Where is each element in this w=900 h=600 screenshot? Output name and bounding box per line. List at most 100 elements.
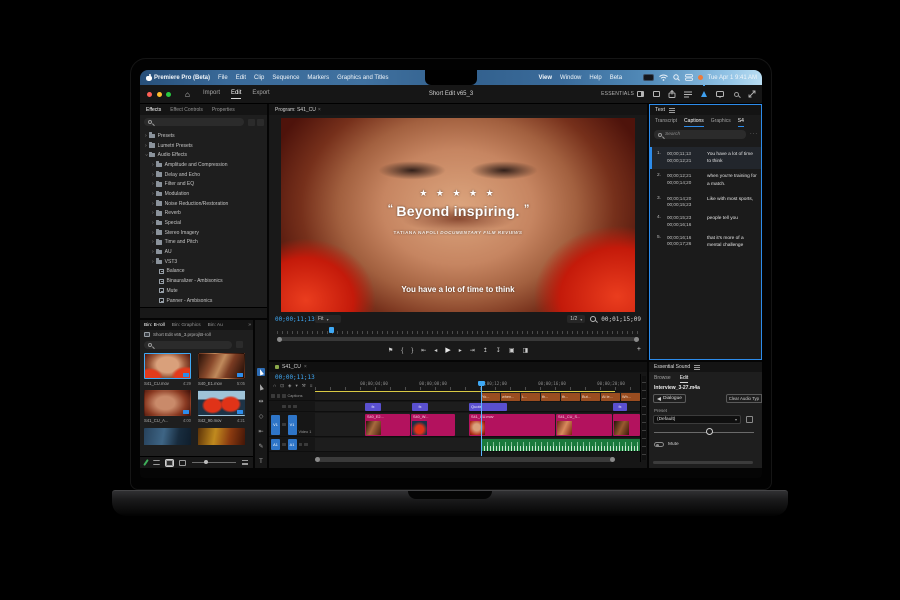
graphic-clip[interactable]: Quote: [469, 403, 507, 411]
clip-card[interactable]: S40_E1.mov5:05: [198, 353, 245, 387]
effects-tree-row[interactable]: Mute: [140, 286, 267, 296]
menu-item[interactable]: Help: [589, 75, 601, 81]
captions-search-input[interactable]: Search: [654, 130, 746, 139]
timeline-current-timecode[interactable]: 00;00;11;13: [275, 374, 315, 381]
bin-tab[interactable]: Bin: Au: [208, 323, 223, 328]
track-output-icon[interactable]: [288, 405, 292, 409]
comparison-view-icon[interactable]: ◨: [522, 345, 528, 357]
menu-item[interactable]: Edit: [236, 75, 246, 81]
video-track-v1[interactable]: S40_E2...S40_W...S41_CU.movS41_CU_S...: [315, 413, 641, 437]
caption-clip[interactable]: At le...: [601, 393, 620, 401]
add-marker-icon[interactable]: ⚑: [388, 345, 393, 357]
chevron-right-icon[interactable]: ›: [152, 259, 154, 265]
chevron-right-icon[interactable]: ›: [143, 154, 149, 156]
track-target-a1[interactable]: A1: [288, 439, 297, 450]
slider-knob[interactable]: [204, 460, 208, 464]
record-indicator-icon[interactable]: [698, 75, 703, 80]
graphic-clip[interactable]: fx: [412, 403, 428, 411]
panel-menu-icon[interactable]: [694, 365, 700, 370]
close-icon[interactable]: ×: [304, 364, 307, 370]
screen-mirroring-icon[interactable]: [643, 74, 654, 81]
close-icon[interactable]: ×: [318, 107, 321, 113]
play-icon[interactable]: ▶: [445, 345, 450, 357]
clip-thumbnail[interactable]: [198, 353, 245, 379]
more-options-icon[interactable]: ···: [750, 131, 758, 137]
scrollbar-knob[interactable]: [277, 337, 282, 342]
export-frame-icon[interactable]: ▣: [509, 345, 515, 357]
panel-scrollbar[interactable]: [653, 461, 753, 464]
mute-control[interactable]: Mute: [654, 442, 679, 447]
caption-clip[interactable]: th...: [561, 393, 580, 401]
effects-tree-row[interactable]: › Special: [140, 218, 267, 228]
go-to-out-icon[interactable]: ⇥: [470, 345, 475, 357]
video-clip[interactable]: S40_W...: [411, 414, 455, 436]
program-video-frame[interactable]: ★ ★ ★ ★ ★ “ Beyond inspiring. ” TATIANA …: [281, 118, 635, 312]
menu-item[interactable]: Sequence: [272, 75, 299, 81]
panel-menu-icon[interactable]: [669, 108, 675, 113]
clip-thumbnail[interactable]: [144, 390, 191, 416]
clip-thumbnail[interactable]: [144, 428, 191, 445]
spotlight-search-icon[interactable]: [673, 74, 680, 81]
snap-magnet-icon[interactable]: ∩: [273, 383, 276, 389]
chevron-right-icon[interactable]: ›: [152, 201, 154, 207]
timeline-marker-icon[interactable]: ▾: [295, 383, 297, 389]
button-editor-icon[interactable]: +: [637, 346, 641, 353]
caption-menu-icon[interactable]: ≡: [310, 383, 313, 389]
chevron-right-icon[interactable]: ›: [145, 133, 147, 139]
source-patch-v1[interactable]: V1: [271, 415, 280, 435]
video-clip[interactable]: [613, 414, 640, 436]
tab-overflow-icon[interactable]: »: [248, 322, 251, 328]
menu-item[interactable]: Window: [560, 75, 581, 81]
panel-tab[interactable]: Effect Controls: [170, 107, 203, 113]
audio-track-a1[interactable]: [315, 438, 641, 452]
eye-icon[interactable]: [282, 394, 286, 398]
track-target-v1[interactable]: V1: [288, 415, 297, 435]
effects-tree-row[interactable]: › Audio Effects: [140, 150, 267, 160]
effects-tree-row[interactable]: Binauralizer - Ambisonics: [140, 276, 267, 286]
dialogue-type-badge[interactable]: Dialogue: [653, 394, 686, 403]
chevron-right-icon[interactable]: ›: [152, 181, 154, 187]
chevron-right-icon[interactable]: ›: [152, 220, 154, 226]
bin-tab[interactable]: Bin: Graphics: [172, 323, 201, 328]
text-panel-tab[interactable]: Captions: [684, 116, 704, 127]
video-track-v2[interactable]: fx fx Quote fx: [315, 402, 641, 412]
fullscreen-icon[interactable]: [748, 90, 756, 98]
freeform-view-icon[interactable]: [179, 460, 186, 466]
graphic-clip[interactable]: fx: [613, 403, 627, 411]
lock-icon[interactable]: [271, 394, 275, 398]
essential-sound-tab[interactable]: Edit: [680, 373, 689, 383]
chevron-right-icon[interactable]: ›: [145, 143, 147, 149]
caption-clip[interactable]: Yo...: [481, 393, 500, 401]
menu-item[interactable]: Beta: [610, 75, 622, 81]
effects-tree-row[interactable]: › Reverb: [140, 209, 267, 219]
timeline-scrollbar[interactable]: [315, 457, 615, 462]
slip-tool[interactable]: ⇤: [257, 428, 265, 436]
bin-breadcrumb[interactable]: Short Edit v65_3.prproj\B-roll: [144, 332, 211, 337]
slider-knob[interactable]: [706, 428, 713, 435]
bin-search-input[interactable]: [144, 341, 232, 349]
effects-tree-row[interactable]: › AU: [140, 247, 267, 257]
extract-icon[interactable]: ↧: [496, 345, 501, 357]
workspaces-icon[interactable]: [652, 90, 660, 98]
program-monitor-tab[interactable]: Program: S41_CU×: [275, 107, 321, 113]
track-select-forward-tool[interactable]: [257, 383, 265, 391]
writable-pencil-icon[interactable]: [143, 459, 149, 466]
mute-toggle-icon[interactable]: [654, 442, 664, 447]
menu-item[interactable]: Premiere Pro (Beta): [154, 75, 210, 81]
sort-icon[interactable]: [242, 460, 248, 465]
effects-tree-row[interactable]: › Presets: [140, 131, 267, 141]
cc-icon[interactable]: [277, 394, 281, 398]
step-back-icon[interactable]: ◂: [434, 345, 437, 357]
lift-icon[interactable]: ↥: [483, 345, 488, 357]
panel-tab[interactable]: Properties: [212, 107, 235, 113]
effects-tree-row[interactable]: › Modulation: [140, 189, 267, 199]
caption-list-item[interactable]: 1. 00;00;11;1300;00;12;21 You have a lot…: [650, 147, 761, 169]
caption-clip[interactable]: when...: [501, 393, 520, 401]
effects-tree-row[interactable]: › Stereo Imagery: [140, 228, 267, 238]
caption-clip[interactable]: But...: [581, 393, 600, 401]
filter-32bit-icon[interactable]: [257, 119, 264, 126]
graphic-clip[interactable]: fx: [365, 403, 381, 411]
filter-accelerated-icon[interactable]: [248, 119, 255, 126]
text-panel-tab-overflow[interactable]: S4: [738, 116, 744, 127]
lock-icon[interactable]: [282, 443, 286, 447]
